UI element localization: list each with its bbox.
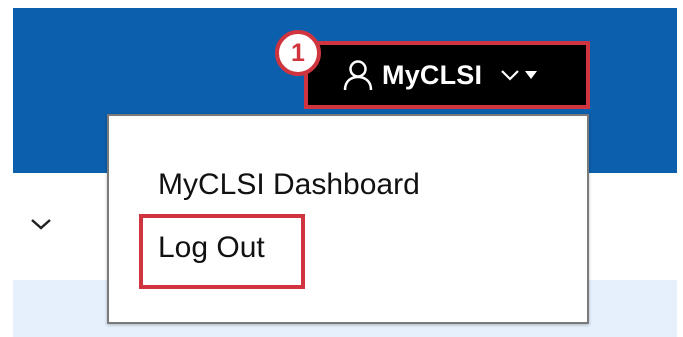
account-menu-button[interactable]: MyCLSI [304,41,590,109]
menu-item-dashboard[interactable]: MyCLSI Dashboard [158,168,420,202]
user-icon [342,58,374,92]
chevron-down-icon [500,69,520,81]
nav-chevron-down-icon[interactable] [30,216,52,232]
account-menu-label: MyCLSI [382,59,483,90]
account-dropdown-menu: MyCLSI Dashboard Log Out [107,114,589,324]
caret-down-icon [524,70,538,80]
menu-item-log-out[interactable]: Log Out [158,231,265,265]
step-number-badge: 1 [275,30,321,76]
